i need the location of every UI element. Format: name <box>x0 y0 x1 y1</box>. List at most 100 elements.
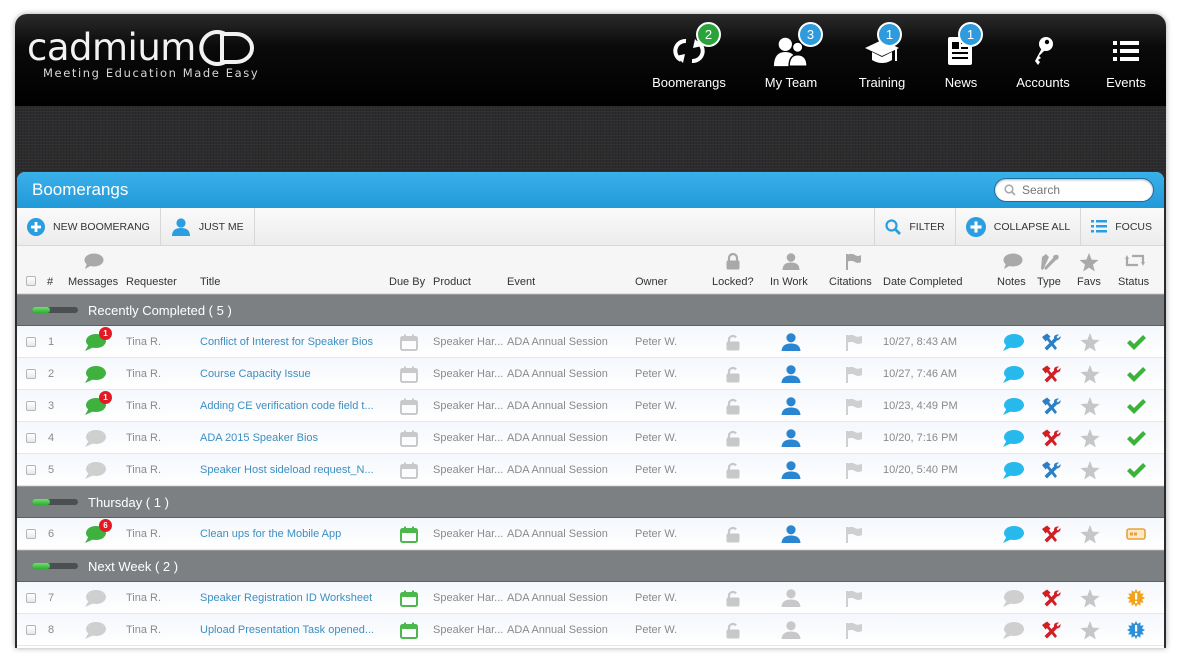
col-messages[interactable]: Messages <box>68 276 118 288</box>
favorite-star-icon[interactable] <box>1080 390 1100 422</box>
nav-item-my-team[interactable]: My Team 3 <box>740 14 842 106</box>
col-num[interactable]: # <box>47 276 53 288</box>
row-checkbox[interactable] <box>26 358 36 390</box>
collapse-all-button[interactable]: COLLAPSE ALL <box>954 208 1080 245</box>
lock-icon[interactable] <box>726 614 740 646</box>
favorite-star-icon[interactable] <box>1080 422 1100 454</box>
messages-icon[interactable]: 1 <box>84 390 112 422</box>
row-title[interactable]: Upload Presentation Task opened... <box>200 614 374 646</box>
notes-icon[interactable] <box>1002 390 1024 422</box>
type-tools-icon[interactable] <box>1041 422 1061 454</box>
calendar-icon[interactable] <box>400 454 418 486</box>
lock-icon[interactable] <box>726 358 740 390</box>
col-locked[interactable]: Locked? <box>712 276 754 288</box>
messages-icon[interactable]: 6 <box>84 518 112 550</box>
row-title[interactable]: Clean ups for the Mobile App <box>200 518 341 550</box>
table-row[interactable]: 8 Tina R. Upload Presentation Task opened.… <box>17 614 1164 646</box>
in-work-user-icon[interactable] <box>781 518 801 550</box>
table-row[interactable]: 1 1 Tina R. Conflict of Interest for Speake… <box>17 326 1164 358</box>
col-due-by[interactable]: Due By <box>389 276 425 288</box>
col-in-work[interactable]: In Work <box>770 276 808 288</box>
flag-icon[interactable] <box>845 518 863 550</box>
messages-icon[interactable] <box>84 358 106 390</box>
row-checkbox[interactable] <box>26 422 36 454</box>
col-title[interactable]: Title <box>200 276 220 288</box>
col-citations[interactable]: Citations <box>829 276 872 288</box>
type-tools-icon[interactable] <box>1041 614 1061 646</box>
calendar-icon[interactable] <box>400 390 418 422</box>
calendar-icon[interactable] <box>400 614 418 646</box>
favorite-star-icon[interactable] <box>1080 358 1100 390</box>
nav-item-events[interactable]: Events <box>1086 14 1166 106</box>
notes-icon[interactable] <box>1002 454 1024 486</box>
flag-icon[interactable] <box>845 582 863 614</box>
notes-icon[interactable] <box>1002 518 1024 550</box>
table-row[interactable]: 2 Tina R. Course Capacity Issue Speaker Har… <box>17 358 1164 390</box>
favorite-star-icon[interactable] <box>1080 614 1100 646</box>
col-date-completed[interactable]: Date Completed <box>883 276 963 288</box>
just-me-button[interactable]: JUST ME <box>161 208 255 245</box>
focus-button[interactable]: FOCUS <box>1080 208 1164 245</box>
row-checkbox[interactable] <box>26 614 36 646</box>
table-row[interactable]: 6 6 Tina R. Clean ups for the Mobile App Spe… <box>17 518 1164 550</box>
row-title[interactable]: Speaker Host sideload request_N... <box>200 454 374 486</box>
row-checkbox[interactable] <box>26 454 36 486</box>
favorite-star-icon[interactable] <box>1080 582 1100 614</box>
group-header[interactable]: Recently Completed ( 5 ) <box>17 294 1164 326</box>
type-tools-icon[interactable] <box>1041 454 1061 486</box>
filter-button[interactable]: FILTER <box>874 208 954 245</box>
nav-item-news[interactable]: News 1 <box>922 14 1000 106</box>
table-row[interactable]: 7 Tina R. Speaker Registration ID Workshee… <box>17 582 1164 614</box>
in-work-user-icon[interactable] <box>781 390 801 422</box>
type-tools-icon[interactable] <box>1041 582 1061 614</box>
row-checkbox[interactable] <box>26 390 36 422</box>
row-checkbox[interactable] <box>26 518 36 550</box>
flag-icon[interactable] <box>845 326 863 358</box>
col-notes[interactable]: Notes <box>997 276 1026 288</box>
lock-icon[interactable] <box>726 582 740 614</box>
in-work-user-icon[interactable] <box>781 422 801 454</box>
group-header[interactable]: Next Week ( 2 ) <box>17 550 1164 582</box>
in-work-user-icon[interactable] <box>781 326 801 358</box>
row-title[interactable]: ADA 2015 Speaker Bios <box>200 422 318 454</box>
lock-icon[interactable] <box>726 390 740 422</box>
messages-icon[interactable] <box>84 422 106 454</box>
row-title[interactable]: Adding CE verification code field t... <box>200 390 374 422</box>
notes-icon[interactable] <box>1002 422 1024 454</box>
flag-icon[interactable] <box>845 422 863 454</box>
col-requester[interactable]: Requester <box>126 276 177 288</box>
in-work-user-icon[interactable] <box>781 614 801 646</box>
row-checkbox[interactable] <box>26 582 36 614</box>
nav-item-boomerangs[interactable]: Boomerangs 2 <box>638 14 740 106</box>
flag-icon[interactable] <box>845 614 863 646</box>
table-row[interactable]: 3 1 Tina R. Adding CE verification code fie… <box>17 390 1164 422</box>
select-all-checkbox[interactable] <box>26 276 36 286</box>
col-owner[interactable]: Owner <box>635 276 667 288</box>
nav-item-training[interactable]: Training 1 <box>842 14 922 106</box>
flag-icon[interactable] <box>845 454 863 486</box>
messages-icon[interactable] <box>84 582 106 614</box>
group-header[interactable]: Thursday ( 1 ) <box>17 486 1164 518</box>
row-title[interactable]: Speaker Registration ID Worksheet <box>200 582 372 614</box>
favorite-star-icon[interactable] <box>1080 454 1100 486</box>
flag-icon[interactable] <box>845 390 863 422</box>
col-event[interactable]: Event <box>507 276 535 288</box>
notes-icon[interactable] <box>1002 614 1024 646</box>
calendar-icon[interactable] <box>400 422 418 454</box>
calendar-icon[interactable] <box>400 358 418 390</box>
search-input[interactable] <box>1022 183 1142 197</box>
lock-icon[interactable] <box>726 518 740 550</box>
type-tools-icon[interactable] <box>1041 326 1061 358</box>
row-checkbox[interactable] <box>26 326 36 358</box>
notes-icon[interactable] <box>1002 326 1024 358</box>
table-row[interactable]: 5 Tina R. Speaker Host sideload request_N.… <box>17 454 1164 486</box>
in-work-user-icon[interactable] <box>781 454 801 486</box>
cadmium-logo[interactable]: cadmium Meeting Education Made Easy <box>27 26 260 80</box>
in-work-user-icon[interactable] <box>781 358 801 390</box>
type-tools-icon[interactable] <box>1041 358 1061 390</box>
col-type[interactable]: Type <box>1037 276 1061 288</box>
table-row[interactable]: 4 Tina R. ADA 2015 Speaker Bios Speaker Har… <box>17 422 1164 454</box>
row-title[interactable]: Conflict of Interest for Speaker Bios <box>200 326 373 358</box>
messages-icon[interactable]: 1 <box>84 326 112 358</box>
messages-icon[interactable] <box>84 614 106 646</box>
